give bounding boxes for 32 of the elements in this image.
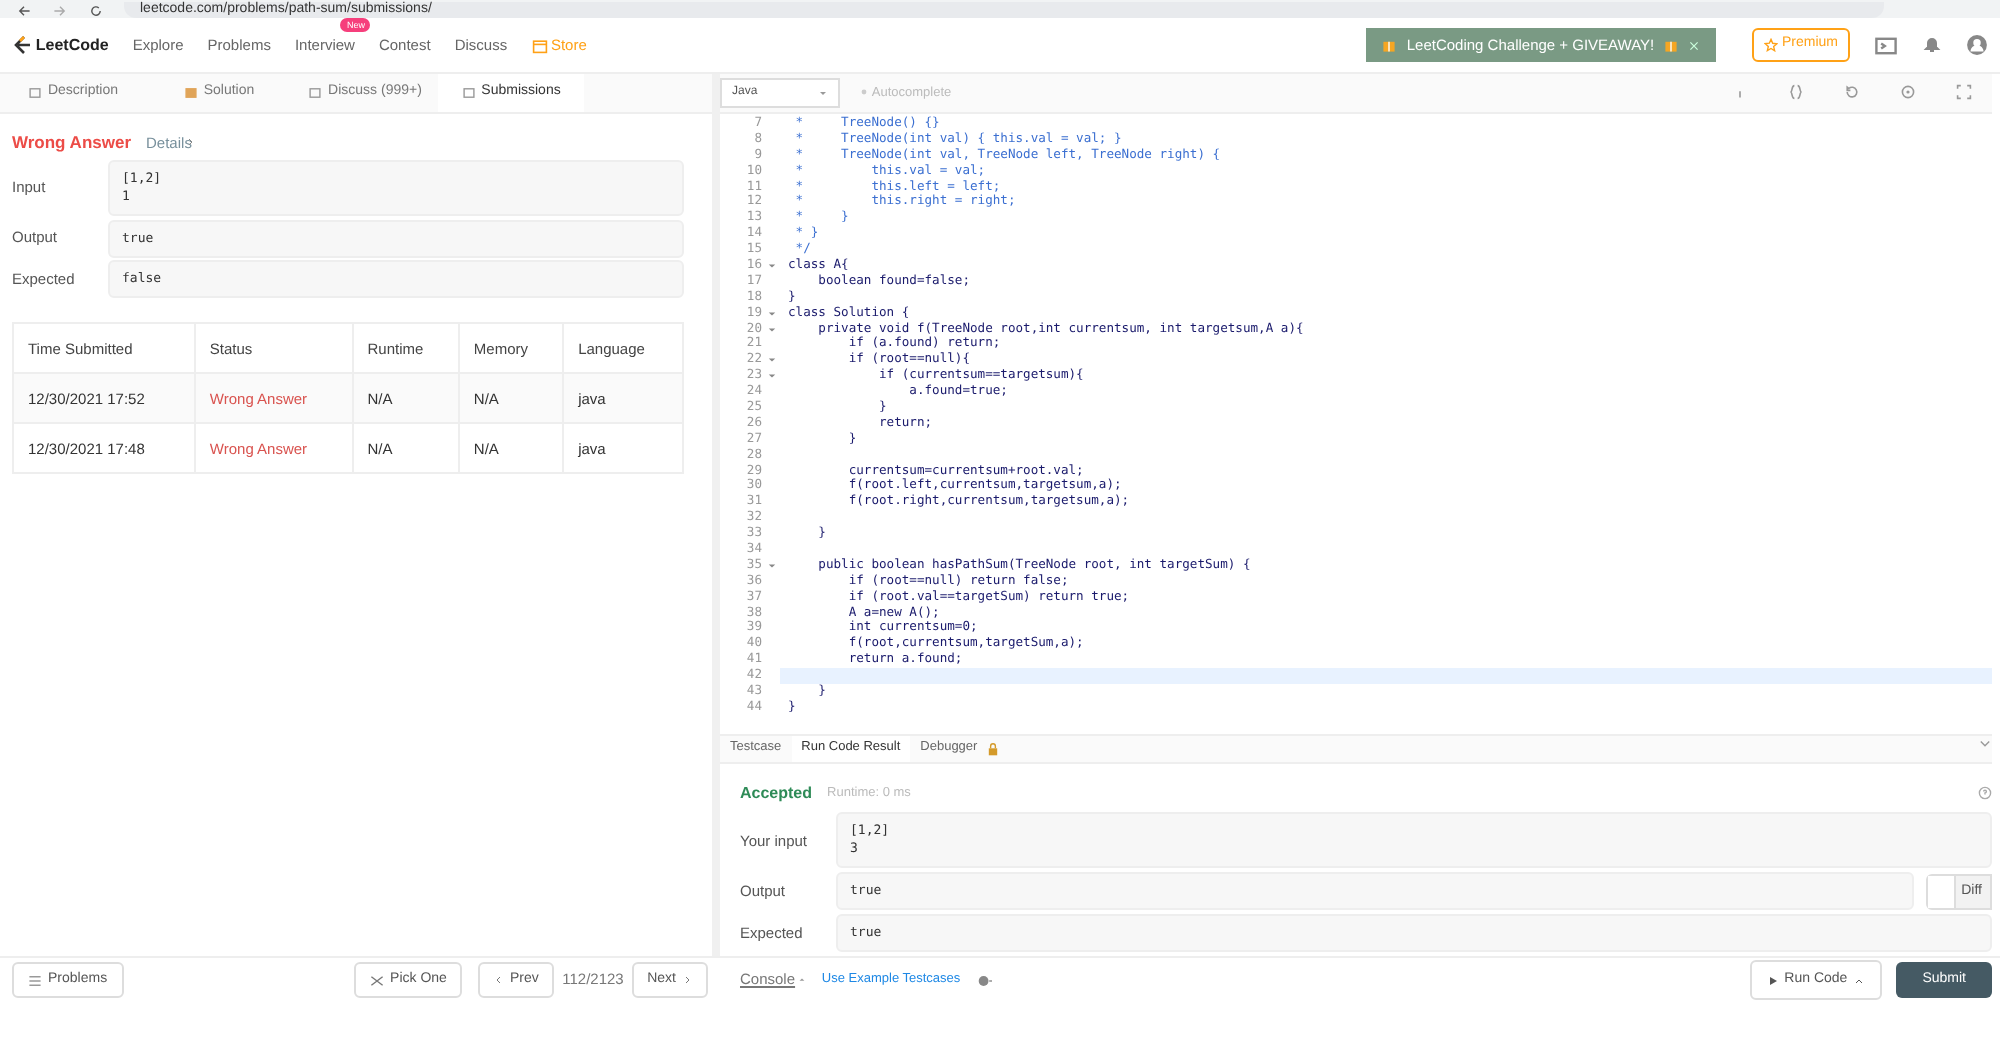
result-status: Accepted	[740, 781, 813, 806]
logo-text[interactable]: LeetCode	[35, 33, 109, 57]
play-icon	[1768, 975, 1779, 985]
lock-icon	[985, 741, 1000, 756]
help-dropdown-icon[interactable]	[975, 973, 994, 987]
tab-icon	[27, 86, 42, 100]
tab-icon	[461, 86, 476, 100]
fold-icon[interactable]	[768, 262, 776, 270]
gift-icon	[1664, 37, 1679, 53]
settings-icon[interactable]	[1900, 84, 1916, 101]
list-icon	[28, 973, 42, 987]
braces-icon[interactable]	[1788, 84, 1804, 101]
star-icon	[1764, 38, 1779, 52]
reset-icon[interactable]	[1844, 84, 1860, 101]
store-icon	[531, 37, 548, 53]
tab-icon	[308, 86, 323, 100]
bell-icon[interactable]	[1922, 34, 1942, 56]
help-icon[interactable]	[1978, 786, 1992, 801]
caret-icon	[818, 87, 828, 98]
fullscreen-icon[interactable]	[1956, 84, 1972, 101]
result-status: Wrong Answer	[12, 130, 132, 156]
logo-icon[interactable]	[12, 34, 32, 56]
reload-icon[interactable]	[88, 4, 104, 18]
shuffle-icon	[370, 973, 385, 987]
tab-icon	[183, 86, 198, 100]
back-icon[interactable]	[16, 4, 32, 18]
forward-icon[interactable]	[52, 4, 68, 18]
playground-icon[interactable]	[1874, 33, 1898, 57]
collapse-icon[interactable]	[1978, 735, 1992, 750]
avatar-icon[interactable]	[1966, 34, 1988, 56]
close-icon[interactable]	[1688, 39, 1701, 51]
gift-icon	[1382, 37, 1397, 53]
